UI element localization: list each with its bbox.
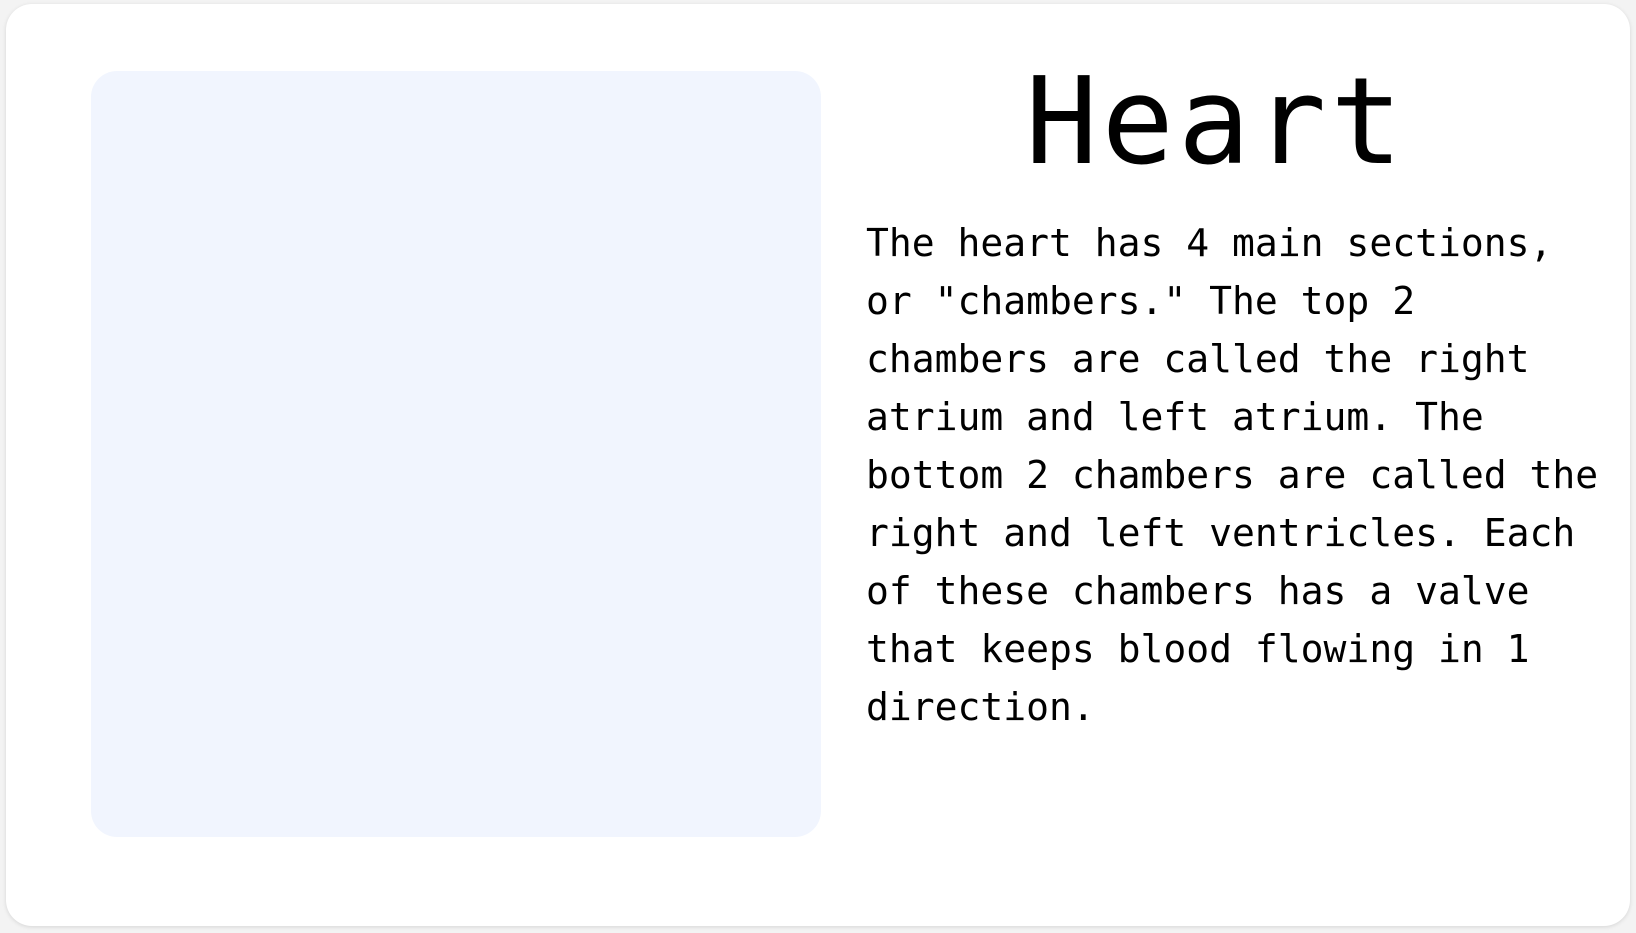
slide-body-text: The heart has 4 main sections, or "chamb…: [866, 221, 1599, 729]
slide-card: Heart The heart has 4 main sections, or …: [6, 4, 1630, 926]
text-column: Heart The heart has 4 main sections, or …: [866, 48, 1606, 736]
slide-title: Heart: [1025, 53, 1407, 192]
image-placeholder: [91, 71, 821, 837]
